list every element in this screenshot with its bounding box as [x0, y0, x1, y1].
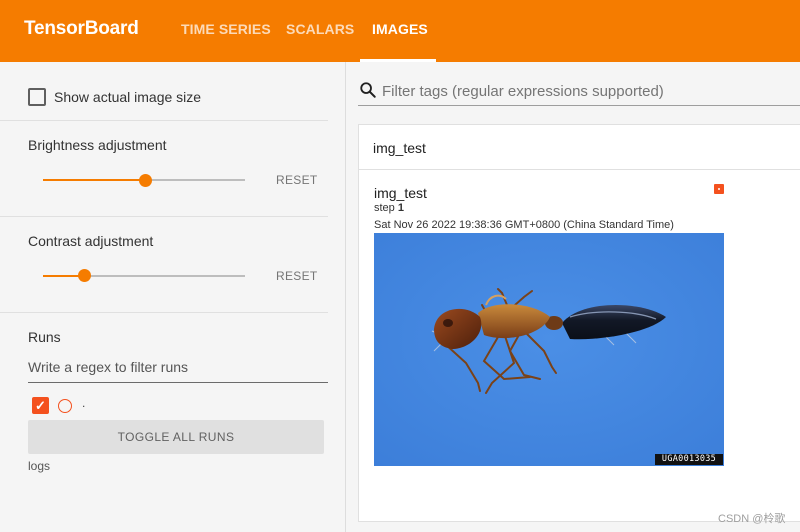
logdir-label: logs: [28, 459, 51, 473]
show-actual-size-checkbox[interactable]: [28, 88, 46, 106]
divider: [0, 216, 328, 217]
tag-group-header[interactable]: img_test: [358, 124, 800, 170]
brightness-slider-thumb[interactable]: [139, 174, 152, 187]
summary-image[interactable]: UGA0013035: [374, 233, 724, 466]
contrast-label: Contrast adjustment: [28, 233, 154, 249]
tag-filter[interactable]: Filter tags (regular expressions support…: [358, 76, 800, 106]
image-watermark: UGA0013035: [655, 454, 723, 465]
top-app-bar: TensorBoard TIME SERIES SCALARS IMAGES: [0, 0, 800, 62]
tag-filter-input[interactable]: Filter tags (regular expressions support…: [382, 83, 664, 100]
card-timestamp: Sat Nov 26 2022 19:38:36 GMT+0800 (China…: [374, 219, 674, 231]
tab-scalars[interactable]: SCALARS: [286, 21, 354, 37]
run-color-indicator: [714, 184, 724, 194]
step-label: step: [374, 202, 395, 214]
tab-images[interactable]: IMAGES: [372, 21, 428, 37]
card-step: step 1: [374, 202, 404, 214]
step-value: 1: [397, 202, 404, 214]
brightness-reset-button[interactable]: RESET: [276, 173, 318, 187]
run-checkbox[interactable]: ✓: [32, 397, 49, 414]
show-actual-size-label: Show actual image size: [54, 89, 202, 105]
tag-group-title: img_test: [373, 140, 426, 156]
brightness-label: Brightness adjustment: [28, 137, 167, 153]
contrast-slider-thumb[interactable]: [78, 269, 91, 282]
sidebar: Show actual image size Brightness adjust…: [0, 62, 346, 532]
card-tag: img_test: [374, 185, 427, 201]
divider: [0, 120, 328, 121]
active-tab-indicator: [360, 59, 436, 62]
ant-photo: [374, 233, 724, 466]
search-icon: [360, 82, 376, 98]
toggle-all-runs-button[interactable]: TOGGLE ALL RUNS: [28, 420, 324, 454]
runs-filter-input[interactable]: Write a regex to filter runs: [28, 359, 328, 383]
tab-time-series[interactable]: TIME SERIES: [181, 21, 271, 37]
page-credit: CSDN @柃歌: [718, 513, 786, 525]
divider: [0, 312, 328, 313]
app-title[interactable]: TensorBoard: [24, 18, 139, 40]
runs-title: Runs: [28, 329, 61, 345]
run-name: .: [82, 396, 86, 410]
run-color-icon[interactable]: [58, 399, 72, 413]
brightness-slider-fill: [43, 179, 145, 181]
contrast-reset-button[interactable]: RESET: [276, 269, 318, 283]
